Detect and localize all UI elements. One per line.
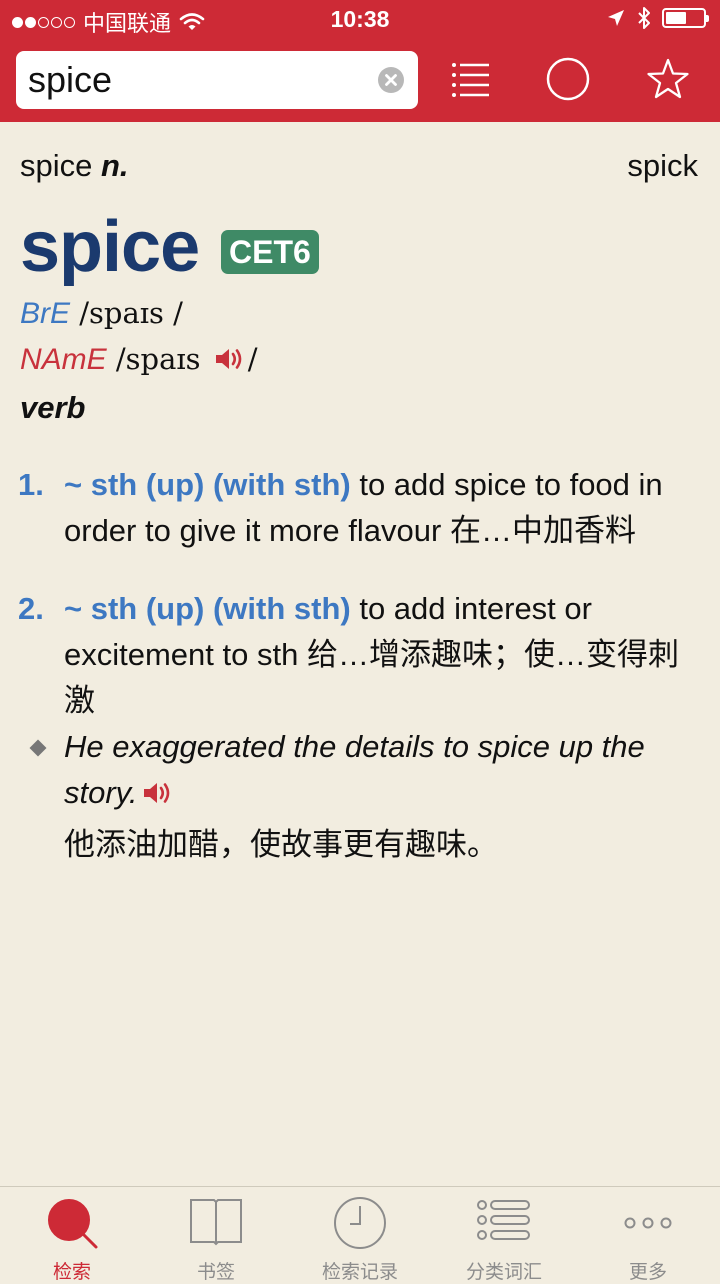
pronunciation-ame: NAmE /spaɪs / [20,342,258,377]
status-right [606,6,709,30]
current-entry-label: spice n. [20,148,129,184]
more-icon [624,1217,672,1229]
list-icon[interactable] [447,56,493,102]
star-icon[interactable] [645,56,691,102]
tab-label: 书签 [196,1262,235,1283]
next-entry-link[interactable]: spick [627,148,698,184]
sense-number: 1. [18,467,44,502]
current-entry-word: spice [20,148,93,183]
clear-icon [385,74,397,86]
headword: spice [20,207,200,287]
ame-ipa: /spaɪs [106,342,210,376]
book-icon [190,1199,242,1246]
circle-icon[interactable] [545,56,591,102]
bullet-diamond-icon [29,739,47,757]
clear-search-button[interactable] [378,67,404,93]
top-bar: 中国联通 10:38 [0,0,720,122]
sense-1: 1. ~ sth (up) (with sth) to add spice to… [18,462,708,554]
search-icon [48,1199,98,1249]
sense-grammar[interactable]: ~ sth (up) (with sth) [64,591,351,626]
tab-label: 检索 [52,1262,91,1283]
sense-grammar[interactable]: ~ sth (up) (with sth) [64,467,351,502]
tab-search[interactable]: 检索 [0,1187,144,1283]
part-of-speech: verb [20,390,86,425]
clock-icon [334,1197,386,1249]
search-input[interactable] [28,51,368,109]
example-chinese: 他添油加醋，使故事更有趣味。 [64,827,498,862]
sense-number: 2. [18,591,44,626]
entry-nav-row: spice n. spick [20,148,698,184]
tab-label: 分类词汇 [465,1262,542,1283]
current-entry-pos: n. [101,148,129,183]
speaker-icon[interactable] [142,779,176,807]
ame-ipa-close: / [247,342,258,376]
bre-label: BrE [20,297,71,330]
tab-label: 更多 [628,1262,667,1283]
speaker-icon[interactable] [214,345,248,373]
pronunciation-bre: BrE /spaɪs / [20,296,183,331]
level-badge: CET6 [221,230,319,274]
tab-label: 检索记录 [321,1262,398,1283]
tab-bookmarks[interactable]: 书签 [144,1187,288,1283]
tab-categories[interactable]: 分类词汇 [432,1187,576,1283]
battery-level [666,12,686,24]
ame-label: NAmE [20,343,107,376]
tab-history[interactable]: 检索记录 [288,1187,432,1283]
tab-more[interactable]: 更多 [576,1187,720,1283]
bluetooth-icon [638,7,650,29]
bre-ipa: /spaɪs / [70,296,183,330]
location-arrow-icon [608,10,624,26]
battery-icon [662,8,709,28]
tab-bar: 检索 书签 检索记录 分类词汇 更多 [0,1186,720,1283]
status-bar: 中国联通 10:38 [0,0,720,40]
example-sentence: He exaggerated the details to spice up t… [29,724,702,868]
search-box[interactable] [16,51,418,109]
list-icon [477,1200,530,1240]
sense-2: 2. ~ sth (up) (with sth) to add interest… [18,586,708,724]
